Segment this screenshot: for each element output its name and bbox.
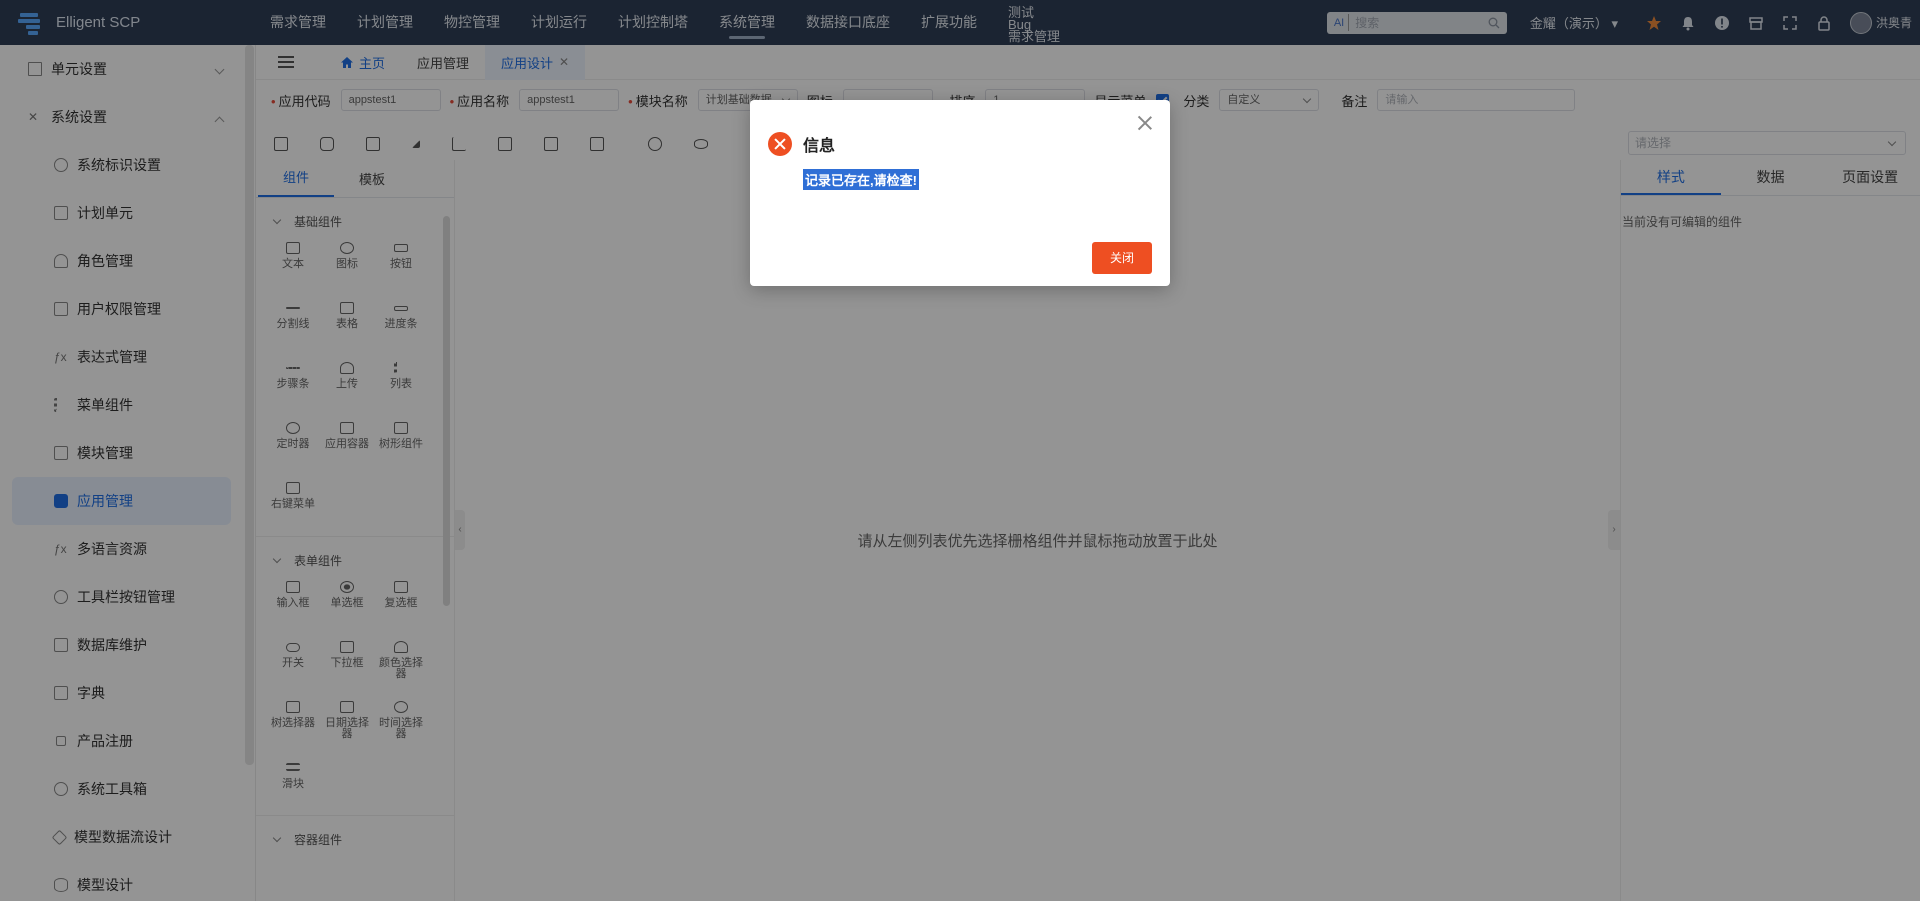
close-button[interactable]: 关闭 bbox=[1092, 242, 1152, 274]
dialog-title: 信息 bbox=[803, 138, 836, 155]
info-dialog: 信息 记录已存在,请检查! 关闭 bbox=[750, 100, 1170, 286]
dialog-message: 记录已存在,请检查! bbox=[803, 169, 919, 190]
close-icon[interactable] bbox=[1137, 115, 1153, 131]
error-icon bbox=[768, 132, 792, 156]
